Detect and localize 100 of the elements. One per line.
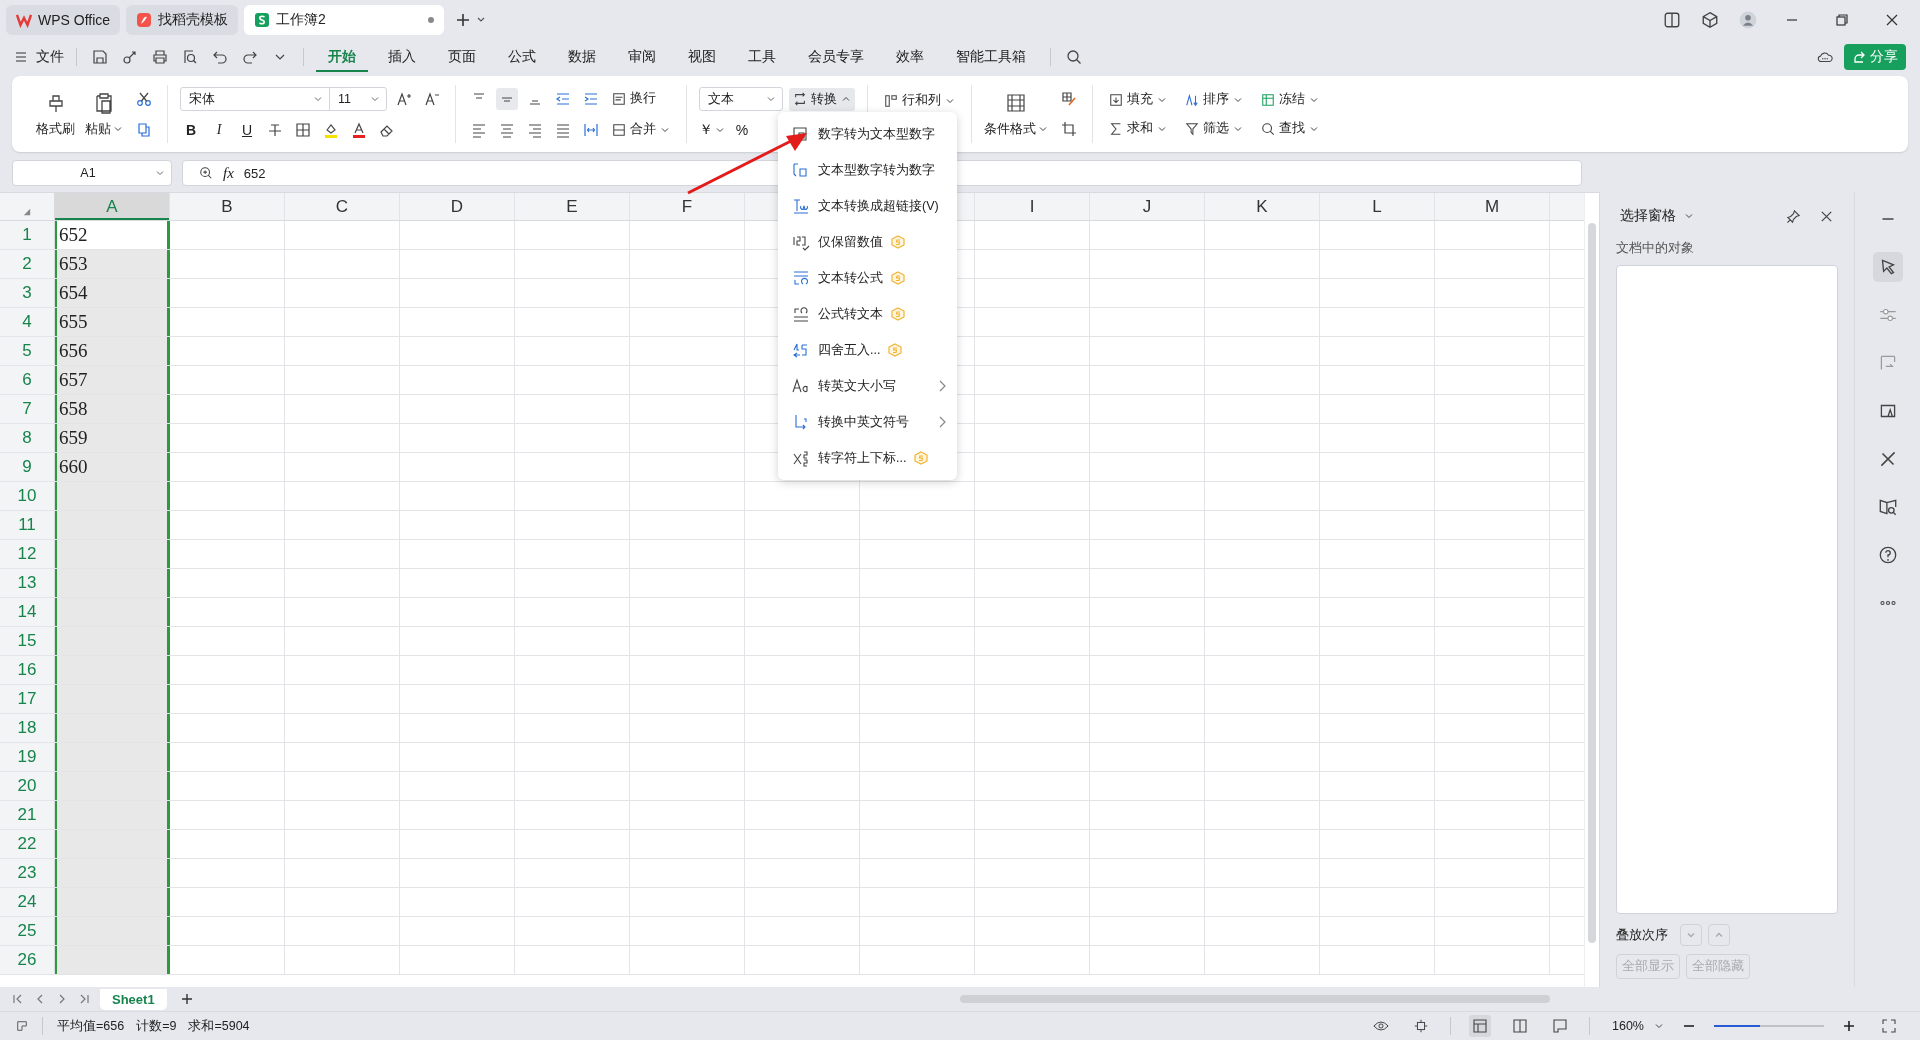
table-cell[interactable] [55,743,170,771]
row-header[interactable]: 5 [0,337,55,365]
row-header[interactable]: 18 [0,714,55,742]
paste-button[interactable]: 粘贴 [85,90,123,138]
menu-item[interactable]: 仅保留数值 [818,233,883,251]
menu-item[interactable]: 转字符上下标... [818,449,907,467]
column-header[interactable]: M [1435,193,1550,220]
cube-icon[interactable] [1701,11,1719,29]
menu-item[interactable]: 文本型数字转为数字 [818,161,935,179]
row-header[interactable]: 21 [0,801,55,829]
convert-button[interactable]: 转换 [789,87,855,111]
number-format-field[interactable]: 文本 [699,87,783,111]
row-header[interactable]: 12 [0,540,55,568]
row-header[interactable]: 22 [0,830,55,858]
row-header[interactable]: 26 [0,946,55,974]
column-header[interactable]: B [170,193,285,220]
column-header[interactable]: F [630,193,745,220]
row-header[interactable]: 14 [0,598,55,626]
menu-item[interactable]: 文本转换成超链接(V) [818,197,939,215]
currency-button[interactable]: ￥ [699,119,725,141]
cloud-icon[interactable] [1817,49,1833,65]
ribbon-tab[interactable]: 视图 [676,42,728,72]
row-header[interactable]: 16 [0,656,55,684]
row-header[interactable]: 1 [0,221,55,249]
caret-icon[interactable] [1684,211,1695,221]
menu-item[interactable]: 数字转为文本型数字 [818,125,935,143]
column-header[interactable]: K [1205,193,1320,220]
document-tab[interactable]: 找稻壳模板 [126,5,239,35]
function-label[interactable]: fx [223,164,234,182]
column-header[interactable]: C [285,193,400,220]
format-painter-button[interactable]: 格式刷 [36,90,75,138]
table-cell[interactable] [55,598,170,626]
table-cell[interactable] [55,540,170,568]
table-cell[interactable]: 657 [55,366,170,394]
ribbon-tab[interactable]: 插入 [376,42,428,72]
ribbon-tab[interactable]: 效率 [884,42,936,72]
font-name-field[interactable]: 宋体 [180,87,330,111]
close-icon[interactable] [1884,12,1900,28]
zoom-in-icon[interactable] [199,166,213,180]
table-cell[interactable] [55,830,170,858]
row-header[interactable]: 3 [0,279,55,307]
row-header[interactable]: 9 [0,453,55,481]
table-cell[interactable] [55,685,170,713]
table-cell[interactable] [55,482,170,510]
table-cell[interactable] [55,511,170,539]
table-cell[interactable] [55,656,170,684]
ribbon-command[interactable]: 筛选 [1181,117,1247,140]
table-cell[interactable] [55,859,170,887]
menu-item[interactable]: 四舍五入... [818,341,881,359]
menu-item[interactable]: 文本转公式 [818,269,883,287]
align-middle-icon[interactable] [496,87,518,110]
pin-icon[interactable] [1786,208,1802,224]
italic-button[interactable]: I [208,119,230,141]
add-sheet-icon[interactable] [180,993,193,1005]
ribbon-tab[interactable]: 工具 [736,42,788,72]
table-cell[interactable] [55,801,170,829]
table-cell[interactable]: 658 [55,395,170,423]
restore-icon[interactable] [1834,12,1850,28]
ribbon-command[interactable]: 求和 [1105,117,1171,140]
row-header[interactable]: 19 [0,743,55,771]
row-header[interactable]: 7 [0,395,55,423]
table-cell[interactable]: 653 [55,250,170,278]
table-cell[interactable] [55,569,170,597]
ribbon-command[interactable]: 查找 [1257,117,1323,140]
ribbon-command[interactable]: 冻结 [1257,88,1323,111]
last-sheet-icon[interactable] [78,993,90,1005]
table-cell[interactable]: 652 [55,221,170,249]
table-cell[interactable] [55,714,170,742]
table-cell[interactable]: 655 [55,308,170,336]
table-cell[interactable] [55,627,170,655]
column-header[interactable]: J [1090,193,1205,220]
row-header[interactable]: 23 [0,859,55,887]
ribbon-tab[interactable]: 页面 [436,42,488,72]
ribbon-tab[interactable]: 会员专享 [796,42,876,72]
row-header[interactable]: 20 [0,772,55,800]
new-tab-icon[interactable] [456,12,487,28]
search-icon[interactable] [1066,49,1082,65]
undo-icon[interactable] [212,49,228,65]
table-cell[interactable] [55,946,170,974]
table-cell[interactable] [55,888,170,916]
menu-item[interactable]: 公式转文本 [818,305,883,323]
menu-icon[interactable] [14,50,28,64]
first-sheet-icon[interactable] [12,993,24,1005]
formula-field[interactable]: 652 [243,165,266,181]
row-header[interactable]: 11 [0,511,55,539]
table-cell[interactable] [55,772,170,800]
row-header[interactable]: 24 [0,888,55,916]
font-size-field[interactable]: 11 [329,87,387,111]
sheet-tab[interactable]: Sheet1 [100,988,167,1010]
caret-icon[interactable] [1654,1021,1664,1031]
table-cell[interactable]: 660 [55,453,170,481]
wrap-text-button[interactable]: 换行 [608,87,660,110]
row-header[interactable]: 13 [0,569,55,597]
conditional-format-button[interactable]: 条件格式 [984,90,1048,138]
row-header[interactable]: 10 [0,482,55,510]
table-cell[interactable]: 659 [55,424,170,452]
document-tab[interactable]: 工作簿2 [244,5,445,35]
row-header[interactable]: 6 [0,366,55,394]
ribbon-tab[interactable]: 审阅 [616,42,668,72]
rows-columns-button[interactable]: 行和列 [880,89,959,112]
